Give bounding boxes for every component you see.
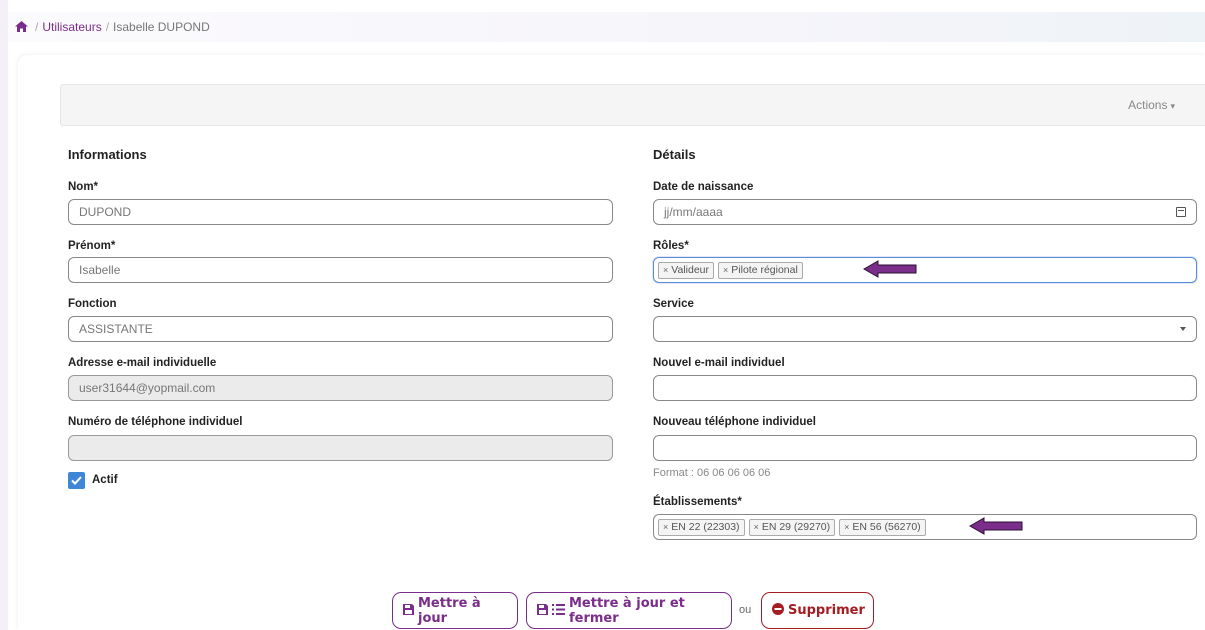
email-label: Adresse e-mail individuelle xyxy=(68,357,217,369)
remove-tag-icon[interactable]: × xyxy=(663,265,668,275)
remove-tag-icon[interactable]: × xyxy=(844,522,849,532)
annotation-arrow-icon xyxy=(862,260,917,278)
minus-circle-icon xyxy=(772,603,784,618)
fonction-input[interactable]: ASSISTANTE xyxy=(68,316,613,342)
annotation-arrow-icon xyxy=(968,517,1023,535)
role-tag[interactable]: × Valideur xyxy=(658,261,715,279)
prenom-label: Prénom* xyxy=(68,240,116,252)
fonction-label: Fonction xyxy=(68,298,117,310)
form-card xyxy=(18,55,1205,630)
email-input: user31644@yopmail.com xyxy=(68,375,613,401)
update-close-button-label: Mettre à jour et fermer xyxy=(569,595,685,626)
remove-tag-icon[interactable]: × xyxy=(754,522,759,532)
etablissement-tag-label: EN 22 (22303) xyxy=(671,521,740,533)
prenom-value: Isabelle xyxy=(79,263,121,277)
actif-checkbox[interactable] xyxy=(68,472,85,489)
breadcrumb: / Utilisateurs / Isabelle DUPOND xyxy=(8,12,1205,42)
etablissement-tag-label: EN 56 (56270) xyxy=(852,521,921,533)
email-value: user31644@yopmail.com xyxy=(79,381,216,395)
nouveau-telephone-input[interactable] xyxy=(653,435,1197,461)
etablissement-tag-label: EN 29 (29270) xyxy=(761,521,831,533)
delete-button-label: Supprimer xyxy=(788,603,865,618)
actif-label: Actif xyxy=(92,474,118,486)
telephone-label: Numéro de téléphone individuel xyxy=(68,416,243,428)
roles-multiselect[interactable]: × Valideur × Pilote régional xyxy=(653,257,1197,283)
breadcrumb-separator: / xyxy=(105,20,110,34)
actions-dropdown[interactable]: Actions ▾ xyxy=(1128,98,1175,112)
date-naissance-label: Date de naissance xyxy=(653,181,754,193)
etablissements-multiselect[interactable]: × EN 22 (22303) × EN 29 (29270) × EN 56 (56… xyxy=(653,514,1197,540)
nouveau-telephone-label: Nouveau téléphone individuel xyxy=(653,416,816,428)
prenom-input[interactable]: Isabelle xyxy=(68,257,613,283)
save-icon xyxy=(537,603,548,618)
nouvel-email-input[interactable] xyxy=(653,375,1197,401)
home-icon[interactable] xyxy=(15,20,28,35)
service-label: Service xyxy=(653,298,694,310)
save-icon xyxy=(403,603,414,618)
list-icon xyxy=(552,603,565,618)
breadcrumb-current: Isabelle DUPOND xyxy=(113,20,210,34)
role-tag-label: Pilote régional xyxy=(731,264,798,276)
toolbar: Actions ▾ xyxy=(60,84,1205,126)
nom-input[interactable]: DUPOND xyxy=(68,199,613,225)
role-tag-label: Valideur xyxy=(671,264,710,276)
update-button-label: Mettre à jour xyxy=(418,595,481,626)
telephone-format-hint: Format : 06 06 06 06 06 xyxy=(653,467,771,479)
etablissements-label: Établissements* xyxy=(653,496,742,508)
role-tag[interactable]: × Pilote régional xyxy=(718,261,803,279)
service-select[interactable] xyxy=(653,316,1197,342)
nouvel-email-label: Nouvel e-mail individuel xyxy=(653,357,785,369)
nom-value: DUPOND xyxy=(79,205,132,219)
check-icon xyxy=(71,476,82,485)
roles-label: Rôles* xyxy=(653,240,689,252)
etablissement-tag[interactable]: × EN 22 (22303) xyxy=(658,518,745,536)
update-button[interactable]: Mettre à jour xyxy=(392,592,518,629)
etablissement-tag[interactable]: × EN 29 (29270) xyxy=(748,518,836,536)
calendar-icon[interactable] xyxy=(1176,207,1186,217)
nom-label: Nom* xyxy=(68,181,99,193)
caret-down-icon: ▾ xyxy=(1170,101,1175,111)
chevron-down-icon xyxy=(1180,327,1186,331)
date-naissance-placeholder: jj/mm/aaaa xyxy=(664,205,723,219)
telephone-input xyxy=(68,435,613,461)
etablissement-tag[interactable]: × EN 56 (56270) xyxy=(839,518,926,536)
actions-label: Actions xyxy=(1128,98,1168,112)
remove-tag-icon[interactable]: × xyxy=(663,522,668,532)
fonction-value: ASSISTANTE xyxy=(79,322,153,336)
breadcrumb-link-utilisateurs[interactable]: Utilisateurs xyxy=(42,20,101,34)
date-naissance-input[interactable]: jj/mm/aaaa xyxy=(653,199,1197,225)
breadcrumb-separator: / xyxy=(35,20,39,34)
section-title-details: Détails xyxy=(653,147,696,162)
section-title-informations: Informations xyxy=(68,147,147,162)
left-strip xyxy=(0,0,8,630)
update-close-button[interactable]: Mettre à jour et fermer xyxy=(526,592,732,629)
or-separator: ou xyxy=(739,604,752,616)
delete-button[interactable]: Supprimer xyxy=(761,592,874,629)
remove-tag-icon[interactable]: × xyxy=(723,265,728,275)
